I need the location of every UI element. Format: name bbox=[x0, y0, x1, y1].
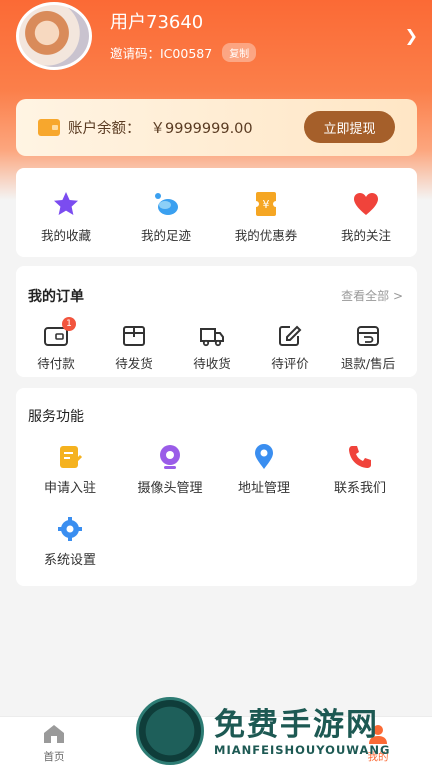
order-pending-shipment[interactable]: 待发货 bbox=[97, 324, 171, 372]
avatar[interactable] bbox=[16, 2, 92, 70]
settings-icon bbox=[58, 517, 82, 541]
star-icon bbox=[54, 192, 78, 215]
service-address[interactable]: 地址管理 bbox=[214, 443, 314, 496]
invite-code-row: 邀请码：IC00587 复制 bbox=[110, 43, 257, 62]
copy-button[interactable]: 复制 bbox=[222, 43, 257, 62]
order-pending-payment[interactable]: 1 待付款 bbox=[19, 317, 93, 372]
quick-link-label: 我的优惠券 bbox=[234, 228, 298, 243]
tab-home[interactable]: 首页 bbox=[24, 723, 84, 764]
service-label: 联系我们 bbox=[333, 481, 386, 496]
wallet-icon bbox=[38, 119, 60, 136]
invite-code: 邀请码：IC00587 bbox=[110, 46, 213, 61]
refund-icon bbox=[357, 326, 379, 346]
chevron-right-icon[interactable]: ❯ bbox=[405, 26, 418, 45]
service-settings[interactable]: 系统设置 bbox=[20, 515, 120, 568]
quick-link-label: 我的收藏 bbox=[40, 228, 91, 243]
order-label: 待收货 bbox=[193, 356, 231, 371]
order-label: 退款/售后 bbox=[340, 356, 396, 371]
phone-icon bbox=[349, 446, 371, 468]
footprint-icon bbox=[155, 193, 178, 215]
quick-link-label: 我的关注 bbox=[340, 228, 391, 243]
services-card: 服务功能 申请入驻 摄像头管理 地址管理 联系我们 系统设置 bbox=[16, 388, 417, 586]
quick-link-coupons[interactable]: ¥ 我的优惠券 bbox=[216, 190, 316, 244]
edit-icon bbox=[279, 325, 302, 346]
truck-icon bbox=[200, 328, 224, 347]
service-label: 摄像头管理 bbox=[137, 481, 203, 496]
service-label: 申请入驻 bbox=[43, 481, 96, 496]
balance-amount: ￥9999999.00 bbox=[150, 121, 253, 137]
username: 用户73640 bbox=[110, 12, 204, 33]
quick-links-card: 我的收藏 我的足迹 ¥ 我的优惠券 我的关注 bbox=[16, 168, 417, 257]
order-label: 待评价 bbox=[271, 356, 309, 371]
camera-icon bbox=[160, 445, 180, 469]
tab-label: 首页 bbox=[43, 751, 65, 763]
quick-link-label: 我的足迹 bbox=[140, 228, 191, 243]
pending-payment-badge: 1 bbox=[62, 317, 76, 331]
order-refund[interactable]: 退款/售后 bbox=[331, 324, 405, 372]
service-apply[interactable]: 申请入驻 bbox=[20, 443, 120, 496]
watermark: 免费手游网 MIANFEISHOUYOUWANG bbox=[136, 697, 432, 768]
service-camera[interactable]: 摄像头管理 bbox=[120, 443, 220, 496]
coupon-icon: ¥ bbox=[253, 192, 279, 216]
apply-icon bbox=[60, 446, 83, 468]
quick-link-footprints[interactable]: 我的足迹 bbox=[116, 190, 216, 244]
withdraw-button[interactable]: 立即提现 bbox=[304, 111, 395, 143]
watermark-logo bbox=[136, 697, 204, 765]
services-title: 服务功能 bbox=[28, 409, 84, 425]
location-icon bbox=[255, 444, 273, 469]
quick-link-following[interactable]: 我的关注 bbox=[316, 190, 416, 244]
service-label: 地址管理 bbox=[237, 481, 290, 496]
order-pending-review[interactable]: 待评价 bbox=[253, 324, 327, 372]
package-icon bbox=[123, 326, 145, 346]
svg-text:¥: ¥ bbox=[263, 198, 270, 211]
balance-label: 账户余额： bbox=[68, 121, 141, 137]
order-pending-receipt[interactable]: 待收货 bbox=[175, 324, 249, 372]
watermark-subtitle: MIANFEISHOUYOUWANG bbox=[214, 743, 391, 757]
home-icon bbox=[44, 725, 64, 743]
orders-card: 我的订单 查看全部 > 1 待付款 待发货 待收货 待评价 退款/售后 bbox=[16, 266, 417, 377]
watermark-title: 免费手游网 bbox=[214, 707, 379, 743]
order-label: 待发货 bbox=[115, 356, 153, 371]
service-label: 系统设置 bbox=[43, 553, 96, 568]
wallet-card: 账户余额： ￥9999999.00 立即提现 bbox=[16, 99, 417, 156]
heart-icon bbox=[354, 193, 378, 215]
quick-link-favorites[interactable]: 我的收藏 bbox=[16, 190, 116, 244]
order-label: 待付款 bbox=[37, 356, 75, 371]
service-contact[interactable]: 联系我们 bbox=[310, 443, 410, 496]
view-all-orders-link[interactable]: 查看全部 > bbox=[341, 287, 403, 304]
orders-title: 我的订单 bbox=[28, 289, 84, 305]
